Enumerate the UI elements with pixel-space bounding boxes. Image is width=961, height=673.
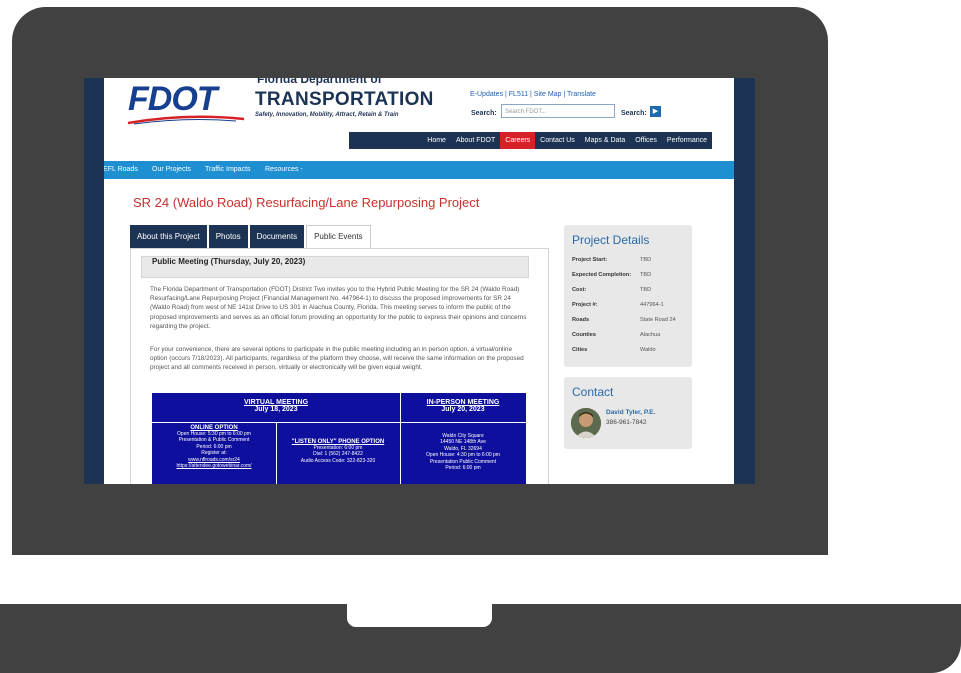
search-label: Search: — [471, 110, 497, 117]
nav-nefl-roads[interactable]: NEFL Roads — [104, 161, 138, 179]
table-divider — [152, 422, 526, 423]
nav-about-fdot[interactable]: About FDOT — [451, 132, 500, 149]
tab-about-project[interactable]: About this Project — [130, 225, 207, 248]
public-events-panel: Public Meeting (Thursday, July 20, 2023)… — [130, 248, 549, 484]
contact-name-link[interactable]: David Tyler, P.E. — [606, 409, 655, 416]
webpage: FDOT Florida Department of TRANSPORTATIO… — [104, 78, 734, 484]
detail-value: TBD — [640, 272, 652, 278]
nav-traffic-impacts[interactable]: Traffic Impacts — [205, 161, 251, 179]
section-nav: NEFL Roads Our Projects Traffic Impacts … — [104, 161, 734, 179]
meeting-description: The Florida Department of Transportation… — [150, 286, 527, 330]
laptop-screen: FDOT Florida Department of TRANSPORTATIO… — [84, 78, 755, 484]
meeting-heading-bar: Public Meeting (Thursday, July 20, 2023) — [141, 256, 529, 278]
nav-resources[interactable]: Resources - — [265, 161, 303, 179]
virtual-meeting-header: VIRTUAL MEETING July 18, 2023 — [152, 399, 400, 413]
detail-label: Counties — [572, 332, 596, 338]
detail-label: Roads — [572, 317, 590, 323]
meeting-options-table: VIRTUAL MEETING July 18, 2023 IN-PERSON … — [152, 393, 526, 484]
tab-documents[interactable]: Documents — [249, 225, 305, 248]
detail-label: Project Start: — [572, 257, 608, 263]
inperson-details: Waldo City Square 14450 NE 148th Ave Wal… — [400, 433, 526, 471]
person-photo-icon — [571, 408, 601, 438]
project-details-title: Project Details — [572, 233, 650, 247]
detail-value: State Road 24 — [640, 317, 676, 323]
virtual-meeting-title: VIRTUAL MEETING — [243, 399, 309, 406]
search-input[interactable]: Search FDOT... — [501, 104, 615, 118]
logo-swoosh-icon — [127, 115, 245, 125]
participation-options: For your convenience, there are several … — [150, 346, 524, 372]
detail-value: TBD — [640, 257, 652, 263]
search-go-icon[interactable]: ▶ — [650, 106, 661, 117]
nav-contact-us[interactable]: Contact Us — [535, 132, 580, 149]
nav-maps-data[interactable]: Maps & Data — [580, 132, 630, 149]
inperson-meeting-header: IN-PERSON MEETING July 20, 2023 — [400, 399, 526, 413]
search-button-label: Search: — [621, 110, 647, 117]
tab-photos[interactable]: Photos — [208, 225, 248, 248]
project-tabs: About this Project Photos Documents Publ… — [130, 225, 373, 248]
detail-label: Cities — [572, 347, 588, 353]
contact-card: Contact David Tyler, P.E. 386-961-7842 — [564, 377, 692, 449]
phone-line: Audio Access Code: 322-823-320 — [300, 457, 376, 464]
detail-label: Expected Completion: — [572, 272, 632, 278]
utility-links[interactable]: E-Updates | FL511 | Site Map | Translate — [470, 91, 596, 98]
online-option: ONLINE OPTION Open House: 5:30 pm to 6:0… — [152, 425, 276, 469]
inperson-meeting-title: IN-PERSON MEETING — [426, 399, 500, 406]
detail-value: Waldo — [640, 347, 656, 353]
agency-name-top: Florida Department of — [257, 78, 382, 86]
tab-public-events[interactable]: Public Events — [306, 225, 371, 248]
nav-home[interactable]: Home — [422, 132, 451, 149]
avatar — [571, 408, 601, 438]
detail-label: Cost: — [572, 287, 587, 293]
agency-name-main: TRANSPORTATION — [255, 89, 434, 110]
detail-value: Alachua — [640, 332, 661, 338]
phone-option: "LISTEN ONLY" PHONE OPTION Presentation:… — [276, 439, 400, 464]
top-nav: Home About FDOT Careers Contact Us Maps … — [349, 132, 712, 149]
inperson-meeting-date: July 20, 2023 — [441, 406, 485, 413]
detail-value: TBD — [640, 287, 652, 293]
detail-label: Project #: — [572, 302, 598, 308]
laptop-notch — [347, 604, 492, 627]
nav-performance[interactable]: Performance — [662, 132, 712, 149]
nav-our-projects[interactable]: Our Projects — [152, 161, 191, 179]
page-title: SR 24 (Waldo Road) Resurfacing/Lane Repu… — [133, 195, 480, 210]
meeting-heading: Public Meeting (Thursday, July 20, 2023) — [152, 257, 306, 266]
detail-value: 447964-1 — [640, 302, 664, 308]
virtual-meeting-date: July 18, 2023 — [254, 406, 298, 413]
inperson-line: Period: 6:00 pm — [445, 465, 481, 472]
project-details-card: Project Details Project Start: TBD Expec… — [564, 225, 692, 367]
contact-title: Contact — [572, 385, 614, 399]
nav-offices[interactable]: Offices — [630, 132, 662, 149]
fdot-logo[interactable]: FDOT — [128, 80, 218, 119]
nav-careers[interactable]: Careers — [500, 132, 536, 149]
agency-tagline: Safety, Innovation, Mobility, Attract, R… — [255, 112, 399, 118]
contact-phone: 386-961-7842 — [606, 419, 647, 426]
online-webinar-link[interactable]: https://attendee.gotowebinar.com/ — [152, 463, 276, 469]
